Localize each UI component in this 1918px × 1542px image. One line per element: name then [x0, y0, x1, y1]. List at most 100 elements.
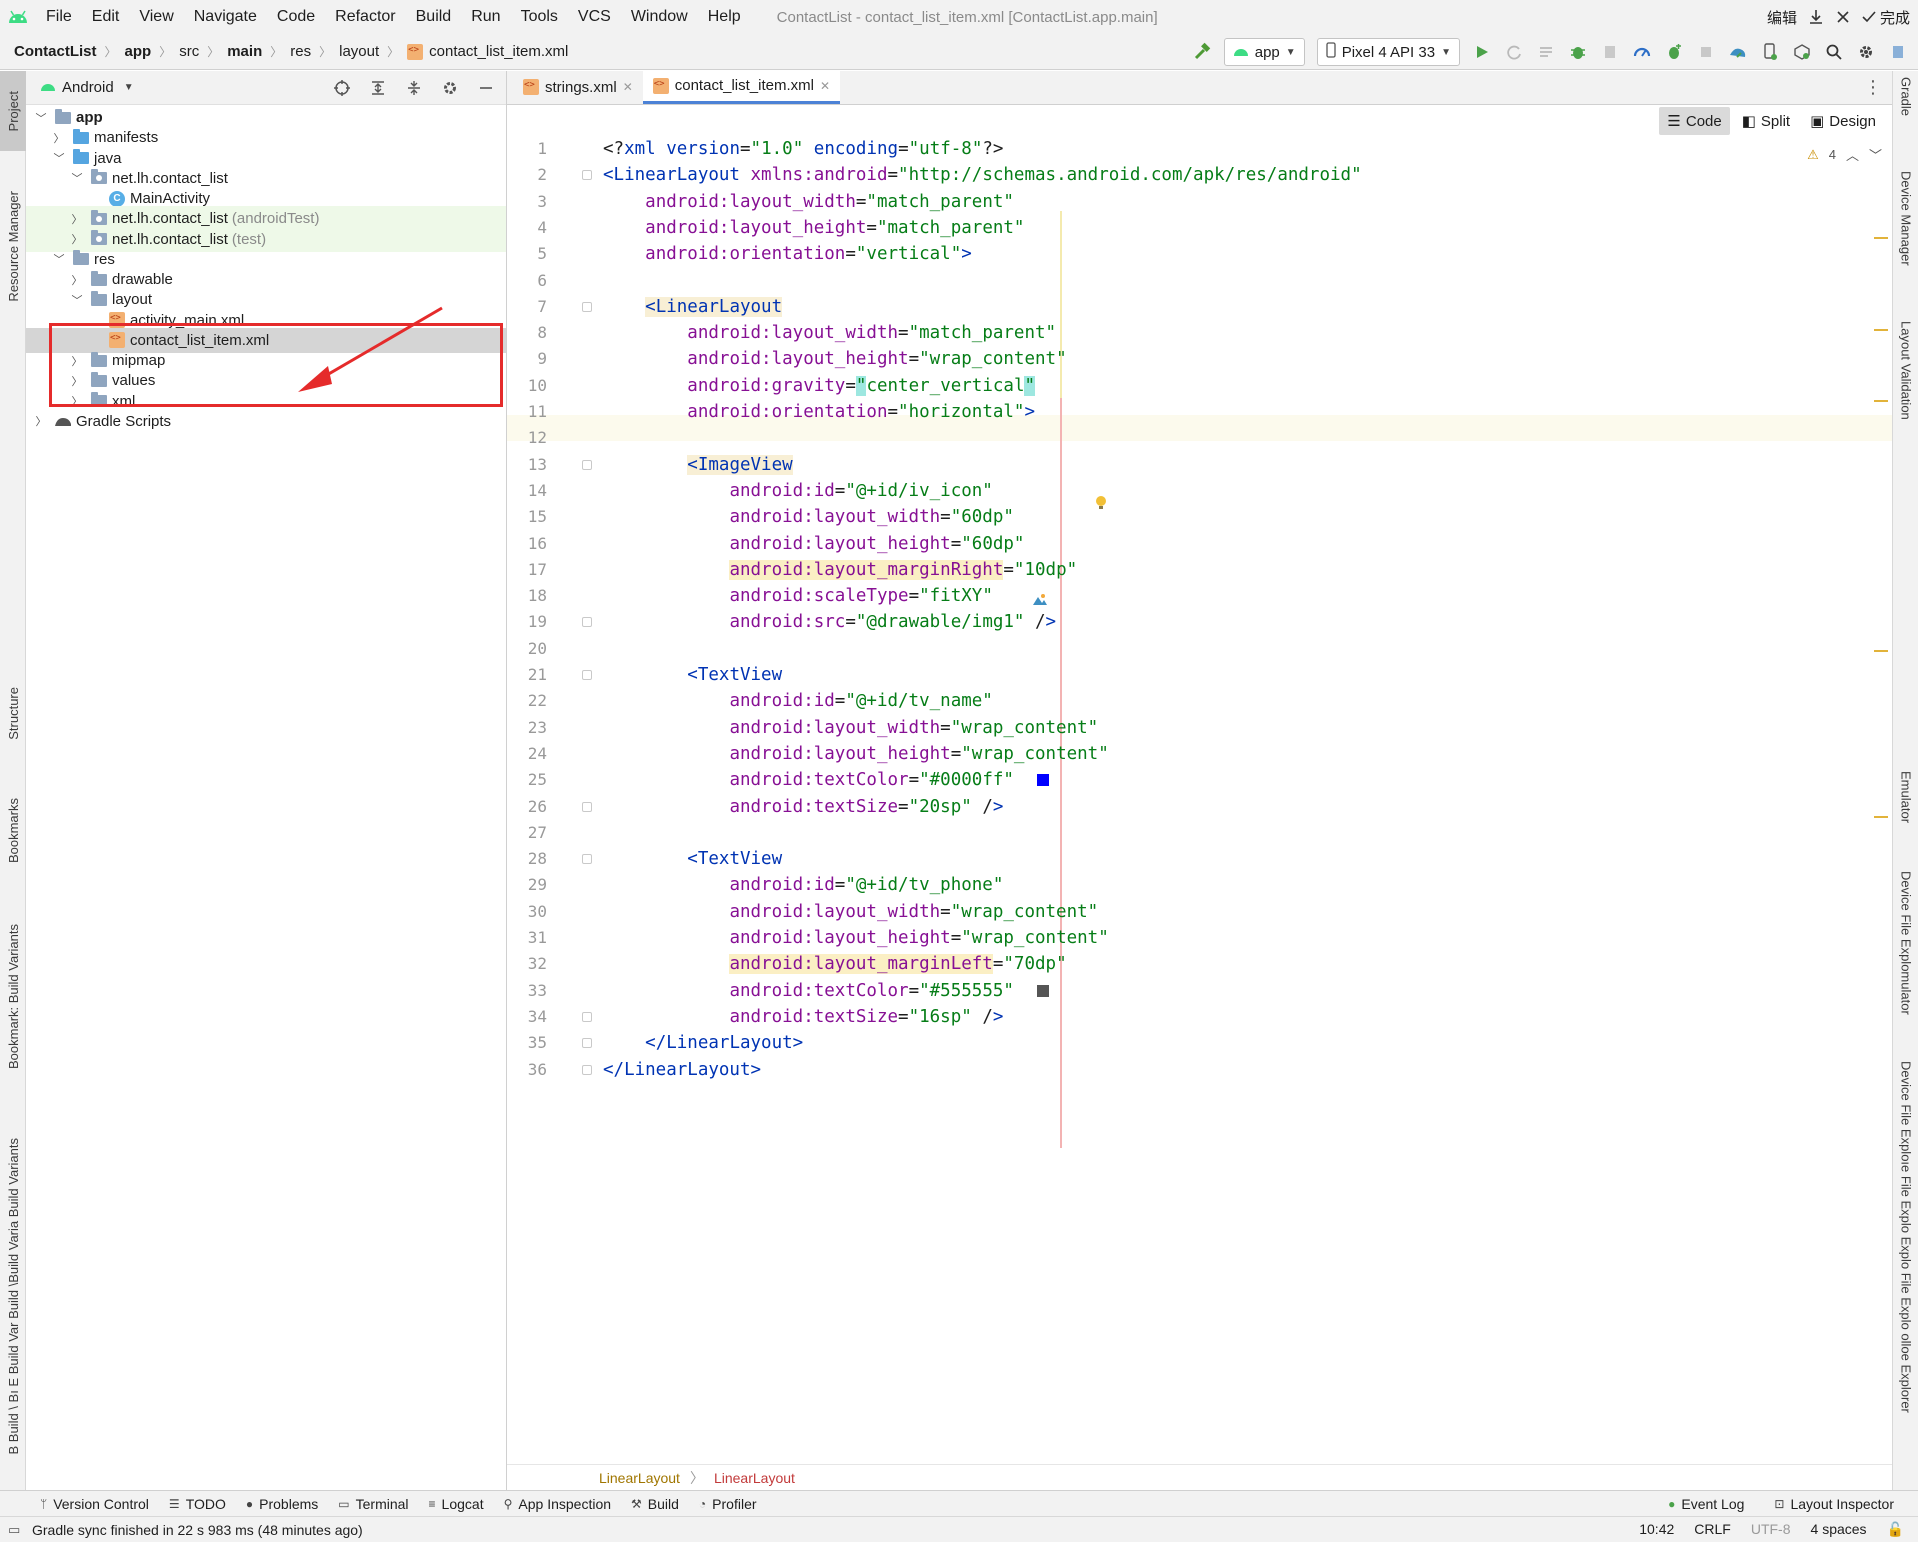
stop-icon[interactable] [1692, 38, 1720, 66]
crumb-project[interactable]: ContactList [14, 43, 97, 60]
file-encoding[interactable]: UTF-8 [1751, 1521, 1791, 1538]
chevron-down-icon[interactable]: ﹀ [70, 170, 84, 186]
tree-item[interactable]: 〉 Gradle Scripts [26, 409, 506, 434]
close-tab-icon[interactable]: ✕ [820, 79, 830, 93]
tool-windows-toggle-icon[interactable]: ▭ [8, 1522, 20, 1538]
tab-event-log[interactable]: ● Event Log [1658, 1496, 1754, 1512]
menu-code[interactable]: Code [267, 8, 325, 26]
chevron-down-icon[interactable]: ▼ [124, 82, 134, 93]
menu-run[interactable]: Run [461, 8, 510, 26]
chevron-right-icon[interactable]: 〉 [70, 211, 84, 227]
crumb-file[interactable]: contact_list_item.xml [429, 43, 568, 60]
close-tab-icon[interactable]: ✕ [623, 80, 633, 94]
expand-all-icon[interactable] [364, 74, 392, 102]
tab-contact-list-item-xml[interactable]: contact_list_item.xml ✕ [642, 70, 841, 104]
done-button[interactable]: 完成 [1861, 7, 1910, 28]
menu-help[interactable]: Help [698, 8, 751, 26]
hide-panel-icon[interactable] [472, 74, 500, 102]
tab-logcat[interactable]: ≡ Logcat [419, 1496, 494, 1512]
tool-tab-build-variants-bookmark[interactable]: Bookmark: Build Variants [0, 901, 26, 1091]
line-separator[interactable]: CRLF [1694, 1521, 1731, 1538]
tool-tab-project[interactable]: Project [0, 71, 26, 151]
edit-screenshot-button[interactable]: 编辑 [1767, 7, 1797, 28]
tool-tab-emulator[interactable]: Emulator [1893, 771, 1918, 823]
xml-crumb-root[interactable]: LinearLayout [599, 1470, 680, 1486]
debug-icon[interactable] [1564, 38, 1592, 66]
tool-tab-gradle[interactable]: Gradle [1893, 77, 1918, 116]
tool-tab-structure[interactable]: Structure [0, 671, 26, 756]
tab-strings-xml[interactable]: strings.xml ✕ [513, 70, 643, 104]
lock-icon[interactable]: 🔓 [1887, 1521, 1904, 1538]
download-icon[interactable] [1807, 8, 1825, 26]
android-studio-update-icon[interactable] [1884, 38, 1912, 66]
tool-tab-device-manager[interactable]: Device Manager [1893, 171, 1918, 266]
device-select[interactable]: Pixel 4 API 33 ▼ [1316, 38, 1460, 66]
apply-changes-restart-icon[interactable] [1500, 38, 1528, 66]
code-view-button[interactable]: ☰ Code [1659, 107, 1730, 135]
tool-tab-layout-validation[interactable]: Layout Validation [1893, 321, 1918, 420]
chevron-down-icon[interactable]: ﹀ [52, 251, 66, 267]
indent-setting[interactable]: 4 spaces [1811, 1521, 1867, 1538]
tab-app-inspection[interactable]: ⚲ App Inspection [494, 1496, 621, 1512]
chevron-right-icon[interactable]: 〉 [34, 413, 48, 429]
collapse-all-icon[interactable] [400, 74, 428, 102]
coverage-icon[interactable] [1596, 38, 1624, 66]
run-icon[interactable] [1468, 38, 1496, 66]
locate-file-icon[interactable] [328, 74, 356, 102]
caret-position[interactable]: 10:42 [1639, 1521, 1674, 1538]
panel-settings-gear-icon[interactable] [436, 74, 464, 102]
tab-todo[interactable]: ☰ TODO [159, 1496, 236, 1512]
split-view-button[interactable]: ◧ Split [1734, 107, 1798, 135]
close-icon[interactable] [1835, 9, 1851, 25]
settings-gear-icon[interactable] [1852, 38, 1880, 66]
chevron-right-icon[interactable]: 〉 [70, 353, 84, 369]
search-icon[interactable] [1820, 38, 1848, 66]
design-view-button[interactable]: ▣ Design [1802, 107, 1884, 135]
crumb-res[interactable]: res [290, 43, 311, 60]
crumb-src[interactable]: src [179, 43, 199, 60]
menu-tools[interactable]: Tools [511, 8, 568, 26]
menu-window[interactable]: Window [621, 8, 698, 26]
menu-refactor[interactable]: Refactor [325, 8, 405, 26]
chevron-right-icon[interactable]: 〉 [70, 272, 84, 288]
tab-build[interactable]: ⚒ Build [621, 1496, 689, 1512]
crumb-main[interactable]: main [227, 43, 262, 60]
chevron-down-icon[interactable]: ﹀ [34, 110, 48, 126]
status-message[interactable]: Gradle sync finished in 22 s 983 ms (48 … [32, 1522, 363, 1538]
project-view-select[interactable]: Android [62, 79, 114, 96]
tab-profiler[interactable]: ◔ Profiler [689, 1496, 767, 1512]
chevron-right-icon[interactable]: 〉 [52, 130, 66, 146]
tool-tab-build-variants[interactable]: B Build \ Bı E Build Var Build \Build Va… [0, 1106, 26, 1486]
more-options-icon[interactable]: ⋮ [1864, 77, 1882, 98]
code-text-area[interactable]: <?xml version="1.0" encoding="utf-8"?> <L… [587, 136, 1877, 1436]
device-manager-icon[interactable] [1756, 38, 1784, 66]
chevron-right-icon[interactable]: 〉 [70, 373, 84, 389]
tab-layout-inspector[interactable]: ⊡ Layout Inspector [1764, 1496, 1904, 1512]
tab-problems[interactable]: ● Problems [236, 1496, 328, 1512]
sdk-manager-icon[interactable] [1788, 38, 1816, 66]
chevron-down-icon[interactable]: ﹀ [52, 150, 66, 166]
sync-gradle-icon[interactable] [1724, 38, 1752, 66]
menu-navigate[interactable]: Navigate [184, 8, 267, 26]
chevron-down-icon[interactable]: ﹀ [70, 292, 84, 308]
crumb-app[interactable]: app [125, 43, 152, 60]
tool-tab-bookmarks[interactable]: Bookmarks [0, 771, 26, 891]
attach-debugger-icon[interactable] [1660, 38, 1688, 66]
menu-file[interactable]: File [36, 8, 82, 26]
tool-tab-device-file-explorer-2[interactable]: Device File Exploıe File Explo Explo Fil… [1893, 1061, 1918, 1413]
profile-icon[interactable] [1628, 38, 1656, 66]
xml-crumb-child[interactable]: LinearLayout [714, 1470, 795, 1486]
chevron-right-icon[interactable]: 〉 [70, 393, 84, 409]
tool-tab-device-file-explorer[interactable]: Device File Explomulator [1893, 871, 1918, 1015]
apply-code-changes-icon[interactable] [1532, 38, 1560, 66]
menu-build[interactable]: Build [406, 8, 462, 26]
tool-tab-resource-manager[interactable]: Resource Manager [0, 171, 26, 321]
crumb-layout[interactable]: layout [339, 43, 379, 60]
run-config-select[interactable]: app ▼ [1223, 38, 1305, 66]
chevron-right-icon[interactable]: 〉 [70, 231, 84, 247]
tab-version-control[interactable]: ᛘ Version Control [30, 1496, 159, 1512]
menu-view[interactable]: View [129, 8, 183, 26]
tab-terminal[interactable]: ▭ Terminal [328, 1496, 418, 1512]
hammer-build-icon[interactable] [1188, 38, 1216, 66]
menu-vcs[interactable]: VCS [568, 8, 621, 26]
